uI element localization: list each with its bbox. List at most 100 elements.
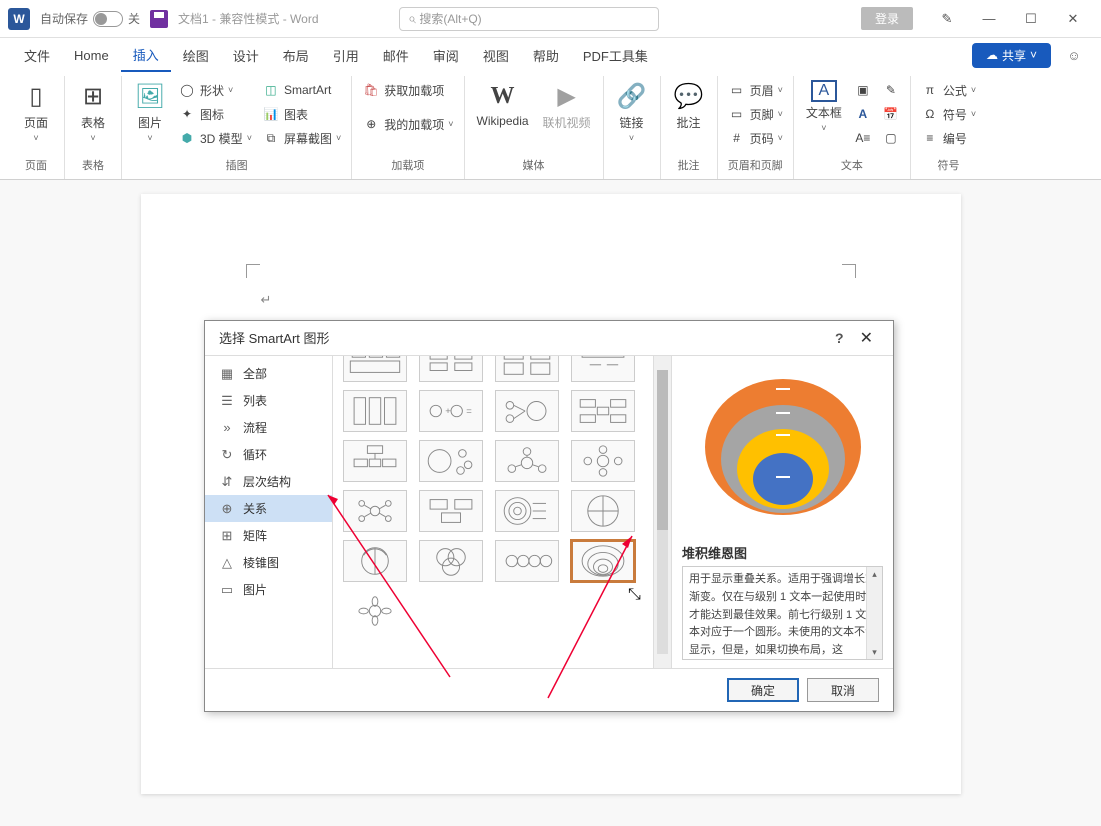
tab-design[interactable]: 设计 [221, 40, 271, 71]
pages-label: 页面 [24, 114, 48, 131]
header-icon: ▭ [728, 81, 746, 99]
thumb-r0c4[interactable] [571, 356, 635, 382]
cancel-button[interactable]: 取消 [807, 678, 879, 702]
get-addins-button[interactable]: 🛍获取加载项 [360, 78, 455, 102]
comments-icon[interactable]: ☺ [1059, 40, 1089, 70]
thumb-r0c1[interactable] [343, 356, 407, 382]
cat-all[interactable]: ▦全部 [205, 360, 332, 387]
thumb-r5c1[interactable] [343, 590, 407, 632]
dropcap-button[interactable]: A≡ [852, 126, 874, 150]
thumb-r4c1[interactable] [343, 540, 407, 582]
thumb-r4c3[interactable] [495, 540, 559, 582]
cat-process[interactable]: »流程 [205, 414, 332, 441]
save-icon[interactable] [150, 10, 168, 28]
pictures-button[interactable]: 🖼图片 [130, 78, 170, 145]
thumb-r3c4[interactable] [571, 490, 635, 532]
cat-cycle[interactable]: ↻循环 [205, 441, 332, 468]
video-label: 联机视频 [543, 114, 591, 131]
my-addins-button[interactable]: ⊕我的加载项 [360, 112, 455, 136]
search-input[interactable]: 搜索(Alt+Q) [399, 7, 659, 31]
thumb-r4c2[interactable] [419, 540, 483, 582]
store-icon: 🛍 [362, 81, 380, 99]
date-button[interactable]: 📅 [880, 102, 902, 126]
thumb-r1c4[interactable] [571, 390, 635, 432]
close-button[interactable]: ✕ [1053, 4, 1093, 34]
help-button[interactable]: ? [825, 330, 854, 346]
video-button[interactable]: ▶联机视频 [539, 78, 595, 133]
desc-scrollbar[interactable] [866, 567, 882, 659]
pagenum-button[interactable]: #页码 [726, 126, 785, 150]
tab-file[interactable]: 文件 [12, 40, 62, 71]
dialog-close-button[interactable]: ✕ [854, 328, 879, 348]
thumb-r1c2[interactable]: += [419, 390, 483, 432]
thumb-r3c2[interactable] [419, 490, 483, 532]
group-symbols-label: 符号 [938, 155, 960, 177]
pagenum-label: 页码 [750, 130, 774, 147]
dialog-titlebar[interactable]: 选择 SmartArt 图形 ? ✕ [205, 321, 893, 355]
tab-layout[interactable]: 布局 [271, 40, 321, 71]
thumb-r1c1[interactable] [343, 390, 407, 432]
tab-review[interactable]: 审阅 [421, 40, 471, 71]
tab-insert[interactable]: 插入 [121, 39, 171, 72]
tab-draw[interactable]: 绘图 [171, 40, 221, 71]
thumb-r2c1[interactable] [343, 440, 407, 482]
link-button[interactable]: 🔗链接 [612, 78, 652, 145]
number-button[interactable]: ≡编号 [919, 126, 978, 150]
tab-help[interactable]: 帮助 [521, 40, 571, 71]
smartart-button[interactable]: ◫SmartArt [260, 78, 343, 102]
cat-picture[interactable]: ▭图片 [205, 576, 332, 603]
cat-hierarchy[interactable]: ⇵层次结构 [205, 468, 332, 495]
maximize-button[interactable]: ☐ [1011, 4, 1051, 34]
3dmodels-button[interactable]: ⬢3D 模型 [176, 126, 254, 150]
cat-matrix[interactable]: ⊞矩阵 [205, 522, 332, 549]
footer-button[interactable]: ▭页脚 [726, 102, 785, 126]
ribbon-display-icon[interactable]: ✎ [927, 4, 967, 34]
pages-button[interactable]: ▯页面 [16, 78, 56, 145]
minimize-button[interactable]: — [969, 4, 1009, 34]
thumb-r2c2[interactable] [419, 440, 483, 482]
quickparts-button[interactable]: ▣ [852, 78, 874, 102]
chart-button[interactable]: 📊图表 [260, 102, 343, 126]
thumb-r2c4[interactable] [571, 440, 635, 482]
pi-icon: π [921, 81, 939, 99]
tab-mail[interactable]: 邮件 [371, 40, 421, 71]
thumb-r0c3[interactable] [495, 356, 559, 382]
autosave-toggle[interactable]: 自动保存 关 [40, 10, 140, 27]
wikipedia-button[interactable]: WWikipedia [473, 78, 533, 130]
login-button[interactable]: 登录 [861, 7, 913, 30]
thumb-stacked-venn[interactable] [571, 540, 635, 582]
comment-label: 批注 [677, 114, 701, 131]
cat-pyramid[interactable]: △棱锥图 [205, 549, 332, 576]
textbox-button[interactable]: A文本框 [802, 78, 846, 135]
ok-button[interactable]: 确定 [727, 678, 799, 702]
cat-list[interactable]: ☰列表 [205, 387, 332, 414]
screenshot-label: 屏幕截图 [284, 130, 332, 147]
wordart-button[interactable]: A [852, 102, 874, 126]
share-button[interactable]: ☁ 共享 ˅ [972, 43, 1051, 68]
gallery-scrollbar[interactable] [653, 356, 671, 668]
table-button[interactable]: ⊞表格 [73, 78, 113, 145]
equation-button[interactable]: π公式 [919, 78, 978, 102]
screenshot-button[interactable]: ⧉屏幕截图 [260, 126, 343, 150]
picture-icon: 🖼 [134, 80, 166, 112]
thumb-r3c3[interactable] [495, 490, 559, 532]
symbol-button[interactable]: Ω符号 [919, 102, 978, 126]
pyramid-icon: △ [219, 555, 235, 571]
number-label: 编号 [943, 130, 967, 147]
sig-button[interactable]: ✎ [880, 78, 902, 102]
tab-references[interactable]: 引用 [321, 40, 371, 71]
header-button[interactable]: ▭页眉 [726, 78, 785, 102]
comment-button[interactable]: 💬批注 [669, 78, 709, 133]
tab-pdf[interactable]: PDF工具集 [571, 40, 660, 71]
thumb-r3c1[interactable] [343, 490, 407, 532]
shapes-button[interactable]: ◯形状 [176, 78, 254, 102]
cat-relationship-label: 关系 [243, 500, 267, 517]
object-button[interactable]: ▢ [880, 126, 902, 150]
icons-button[interactable]: ✦图标 [176, 102, 254, 126]
cat-relationship[interactable]: ⊕关系 [205, 495, 332, 522]
thumb-r1c3[interactable] [495, 390, 559, 432]
thumb-r0c2[interactable] [419, 356, 483, 382]
thumb-r2c3[interactable] [495, 440, 559, 482]
tab-home[interactable]: Home [62, 42, 121, 69]
tab-view[interactable]: 视图 [471, 40, 521, 71]
